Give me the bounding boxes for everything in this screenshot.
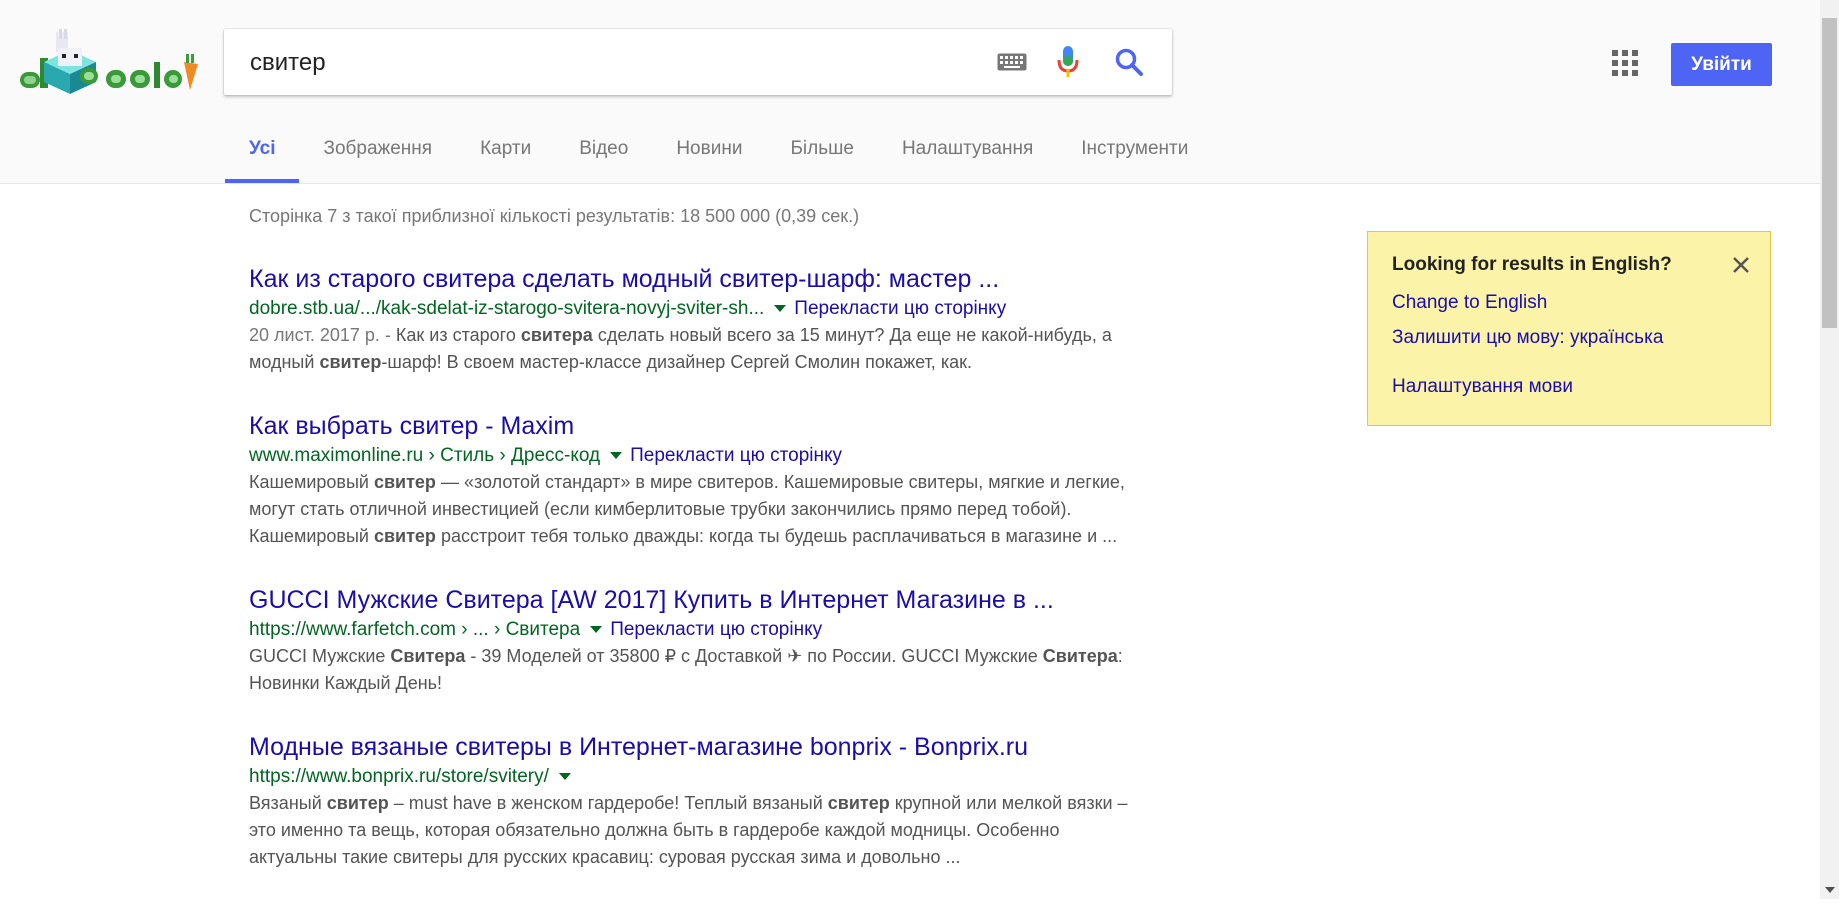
snippet-text: GUCCI Мужские <box>249 646 391 666</box>
search-tabs: Усі Зображення Карти Відео Новини Більше… <box>225 120 1212 183</box>
result-url: https://www.farfetch.com › ... › Свитера <box>249 619 581 640</box>
tab-settings[interactable]: Налаштування <box>878 120 1057 183</box>
apps-grid-icon[interactable] <box>1612 50 1638 76</box>
translate-page-link[interactable]: Перекласти цю сторінку <box>610 616 822 643</box>
result-url-row: https://www.farfetch.com › ... › Свитера… <box>249 616 1149 643</box>
dropdown-arrow-icon[interactable] <box>610 452 623 459</box>
result-snippet: 20 лист. 2017 р. - Как из старого свитер… <box>249 322 1149 376</box>
change-to-english-link[interactable]: Change to English <box>1392 292 1547 314</box>
dropdown-arrow-icon[interactable] <box>590 626 603 633</box>
snippet-highlight: свитера <box>520 325 593 345</box>
snippet-highlight: Свитера <box>390 646 466 666</box>
translate-page-link[interactable]: Перекласти цю сторінку <box>794 295 1006 322</box>
snippet-text: расстроит тебя только дважды: когда ты б… <box>435 526 1118 546</box>
search-input[interactable] <box>248 29 972 97</box>
search-icon[interactable] <box>1112 45 1146 79</box>
snippet-highlight: свитер <box>319 352 382 372</box>
dropdown-arrow-icon[interactable] <box>558 773 571 780</box>
search-box <box>224 29 1172 97</box>
tab-video[interactable]: Відео <box>555 120 652 183</box>
result-url-row: dobre.stb.ua/.../kak-sdelat-iz-starogo-s… <box>249 295 1149 322</box>
result-url: https://www.bonprix.ru/store/svitery/ <box>249 766 549 787</box>
result-title-link[interactable]: GUCCI Мужские Свитера [AW 2017] Купить в… <box>249 584 1149 616</box>
scrollbar-thumb[interactable] <box>1822 18 1837 328</box>
tab-news[interactable]: Новини <box>652 120 766 183</box>
snippet-text: - 39 Моделей от 35800 ₽ с Доставкой ✈ по… <box>465 646 1043 666</box>
header: Увійти Усі Зображення Карти Відео Новини… <box>0 0 1820 184</box>
result-date: 20 лист. 2017 р. - <box>249 325 396 345</box>
tab-maps[interactable]: Карти <box>456 120 555 183</box>
result-snippet: Кашемировый свитер — «золотой стандарт» … <box>249 469 1149 550</box>
result-title-link[interactable]: Как из старого свитера сделать модный св… <box>249 263 1149 295</box>
result-url: www.maximonline.ru › Стиль › Дресс-код <box>249 445 601 466</box>
signin-button[interactable]: Увійти <box>1671 43 1772 86</box>
language-suggestion-box: Looking for results in English? Change t… <box>1367 231 1771 426</box>
search-results: Как из старого свитера сделать модный св… <box>249 263 1149 905</box>
snippet-highlight: свитер <box>827 793 890 813</box>
scroll-down-arrow-icon[interactable] <box>1825 887 1835 893</box>
result-title-link[interactable]: Как выбрать свитер - Maxim <box>249 410 1149 442</box>
dropdown-arrow-icon[interactable] <box>774 305 787 312</box>
tab-more[interactable]: Більше <box>766 120 878 183</box>
snippet-text: – must have в женском гардеробе! Теплый … <box>388 793 828 813</box>
result-snippet: Вязаный свитер – must have в женском гар… <box>249 790 1149 871</box>
snippet-text: Кашемировый <box>249 472 374 492</box>
snippet-text: Вязаный <box>249 793 327 813</box>
translate-page-link[interactable]: Перекласти цю сторінку <box>630 442 842 469</box>
result-url-row: www.maximonline.ru › Стиль › Дресс-код П… <box>249 442 1149 469</box>
snippet-highlight: свитер <box>326 793 389 813</box>
scrollbar[interactable] <box>1820 0 1839 899</box>
language-settings-link[interactable]: Налаштування мови <box>1392 376 1573 398</box>
keyboard-icon[interactable] <box>994 45 1030 79</box>
result-stats: Сторінка 7 з такої приблизної кількості … <box>249 206 860 226</box>
snippet-text: Как из старого <box>395 325 521 345</box>
tab-tools[interactable]: Інструменти <box>1057 120 1212 183</box>
doodle-logo-icon[interactable] <box>18 28 200 94</box>
tab-images[interactable]: Зображення <box>299 120 456 183</box>
microphone-icon[interactable] <box>1056 45 1080 79</box>
result-url-row: https://www.bonprix.ru/store/svitery/ <box>249 763 1149 790</box>
tab-all[interactable]: Усі <box>225 120 300 183</box>
result-item: GUCCI Мужские Свитера [AW 2017] Купить в… <box>249 584 1149 697</box>
result-item: Модные вязаные свитеры в Интернет-магази… <box>249 731 1149 871</box>
snippet-text: -шарф! В своем мастер-классе дизайнер Се… <box>381 352 972 372</box>
language-box-title: Looking for results in English? <box>1392 254 1672 275</box>
result-snippet: GUCCI Мужские Свитера - 39 Моделей от 35… <box>249 643 1149 697</box>
result-item: Как из старого свитера сделать модный св… <box>249 263 1149 376</box>
close-icon[interactable] <box>1730 254 1752 276</box>
result-title-link[interactable]: Модные вязаные свитеры в Интернет-магази… <box>249 731 1149 763</box>
keep-language-link[interactable]: Залишити цю мову: українська <box>1392 327 1663 349</box>
snippet-highlight: Свитера <box>1042 646 1118 666</box>
snippet-highlight: свитер <box>373 472 436 492</box>
result-item: Как выбрать свитер - Maxim www.maximonli… <box>249 410 1149 550</box>
snippet-highlight: свитер <box>373 526 436 546</box>
result-url: dobre.stb.ua/.../kak-sdelat-iz-starogo-s… <box>249 298 765 319</box>
